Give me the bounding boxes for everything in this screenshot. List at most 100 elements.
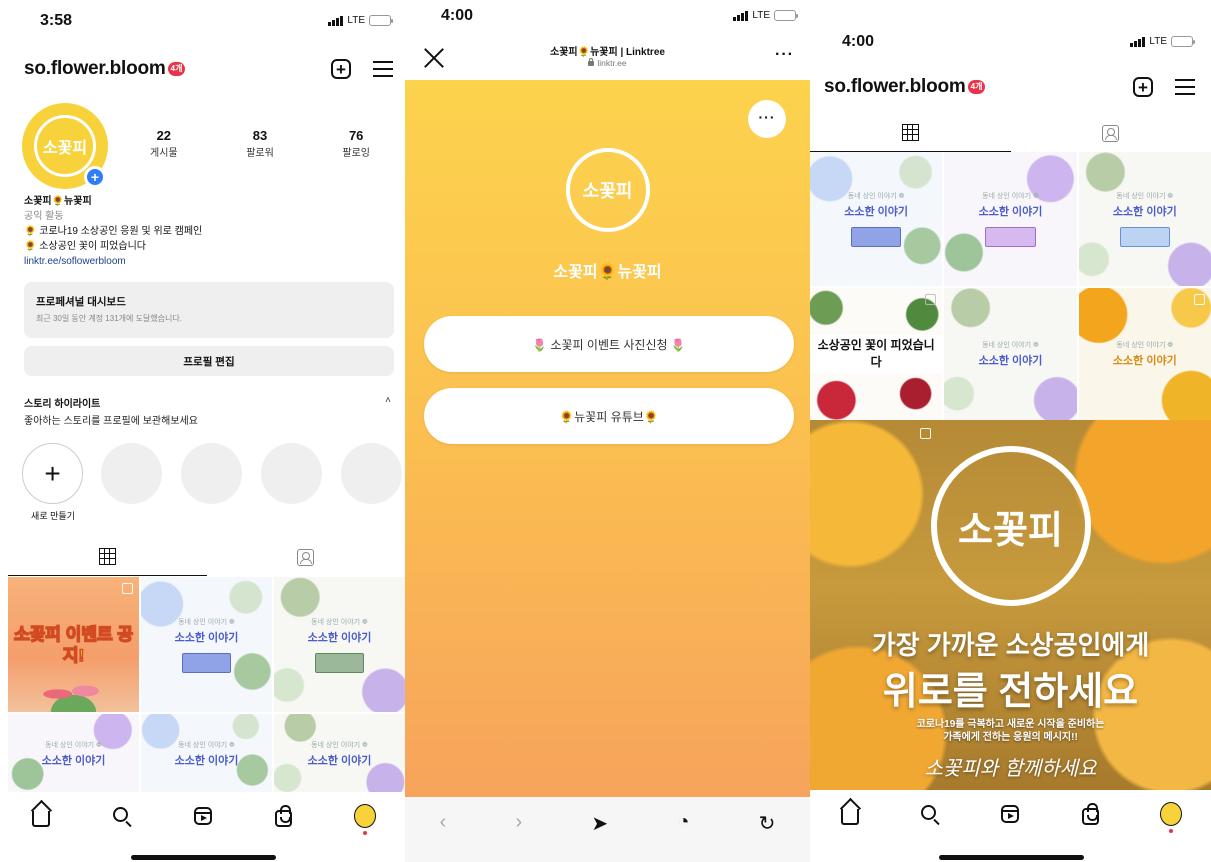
posts-grid: 동네 상인 이야기 ❁ 소소한 이야기 동네 상인 이야기 ❁ 소소한 이야기 동네… [810, 152, 1211, 420]
hero-headline: 가장 가까운 소상공인에게 [871, 630, 1150, 660]
posts-grid: 소꽃피 이벤트 공지! 동네 상인 이야기 ❁ 소소한 이야기 동네 상인 이야기… [8, 577, 405, 794]
carousel-icon [920, 428, 931, 439]
profile-header: so.flower.bloom 4개 + [824, 76, 1195, 98]
network-label: LTE [347, 15, 365, 26]
avatar-logo: 소꽃피 [34, 115, 96, 177]
menu-icon[interactable] [1175, 79, 1195, 95]
bottom-nav [810, 790, 1211, 838]
instagram-profile-screen: 3:58 LTE so.flower.bloom 4개 + 소꽃피 + 22 게시… [0, 0, 405, 862]
profile-nav-icon[interactable] [1159, 802, 1182, 833]
add-story-icon[interactable]: + [84, 166, 106, 188]
category-label: 공익 활동 [24, 211, 64, 222]
status-bar: 4:00 LTE [810, 0, 1211, 50]
home-icon[interactable] [839, 803, 861, 825]
story-highlights-header: 스토리 하이라이트 좋아하는 스토리를 프로필에 보관해보세요 ˄ [24, 395, 391, 427]
more-options-icon[interactable]: ··· [775, 46, 794, 64]
edit-profile-button[interactable]: 프로필 편집 [24, 346, 394, 376]
username[interactable]: so.flower.bloom [824, 76, 966, 98]
post-thumbnail[interactable]: 소상공인 꽃이 피었습니다 [810, 288, 943, 420]
username[interactable]: so.flower.bloom [24, 58, 166, 80]
network-label: LTE [752, 10, 770, 21]
highlight-placeholder [261, 443, 322, 504]
stat-following[interactable]: 76 팔로잉 [342, 128, 370, 159]
highlight-placeholder [341, 443, 402, 504]
post-thumbnail[interactable]: 동네 상인 이야기 ❁ 소소한 이야기 [944, 288, 1077, 420]
status-time: 4:00 [842, 33, 875, 50]
hero-headline-large: 위로를 전하세요 [882, 671, 1139, 713]
shop-icon[interactable] [1080, 802, 1102, 825]
tab-tagged[interactable] [207, 538, 406, 576]
link-youtube-button[interactable]: 🌻뉴꽃피 유튜브🌻 [424, 388, 794, 444]
status-time: 4:00 [441, 7, 474, 24]
new-highlight-label: 새로 만들기 [31, 511, 75, 521]
highlight-placeholder [101, 443, 162, 504]
search-icon[interactable] [919, 803, 941, 825]
chevron-up-icon[interactable]: ˄ [385, 395, 391, 406]
hero-logo: 소꽃피 [930, 446, 1091, 606]
status-bar: 3:58 LTE [0, 0, 405, 40]
bio-line: 🌻 소상공인 꽃이 피었습니다 [24, 241, 146, 252]
history-icon[interactable]: ◔ [677, 811, 689, 834]
new-highlight-button[interactable]: + [22, 443, 83, 504]
signal-icon [328, 15, 344, 26]
carousel-icon [925, 294, 937, 305]
linktree-profile-name: 소꽃피🌻뉴꽃피 [553, 264, 662, 281]
profile-tabs [810, 114, 1211, 152]
professional-dashboard[interactable]: 프로페셔널 대시보드 최근 30일 동안 계정 131개에 도달했습니다. [24, 282, 394, 338]
home-icon[interactable] [30, 805, 52, 827]
post-thumbnail[interactable]: 소꽃피 이벤트 공지! [8, 577, 139, 712]
bio-link[interactable]: linktr.ee/soflowerbloom [24, 254, 202, 269]
profile-nav-icon[interactable] [353, 804, 376, 835]
shop-icon[interactable] [273, 804, 295, 827]
stat-followers[interactable]: 83 팔로워 [246, 128, 274, 159]
notification-badge: 4개 [167, 62, 186, 76]
linktree-logo: 소꽃피 [565, 148, 650, 232]
forward-icon[interactable]: › [515, 811, 522, 834]
reels-icon[interactable] [999, 803, 1021, 825]
tagged-person-icon [297, 548, 315, 566]
menu-icon[interactable] [373, 61, 393, 77]
linktree-page: ··· 소꽃피 소꽃피🌻뉴꽃피 🌷 소꽃피 이벤트 사진신청 🌷 🌻뉴꽃피 유튜… [405, 80, 810, 797]
browser-toolbar: ‹ › ➤ ◔ ↻ [405, 797, 810, 862]
tab-tagged[interactable] [1011, 114, 1211, 152]
home-indicator [130, 855, 276, 860]
highlight-placeholder [181, 443, 242, 504]
bio-line: 🌻 코로나19 소상공인 응원 및 위로 캠페인 [24, 226, 203, 237]
stat-posts[interactable]: 22 게시물 [150, 128, 178, 159]
grid-icon [901, 124, 919, 141]
post-thumbnail[interactable]: 동네 상인 이야기 ❁ 소소한 이야기 [274, 577, 405, 712]
create-post-icon[interactable]: + [331, 59, 351, 79]
linktree-browser-screen: 4:00 LTE 소꽃피🌻뉴꽃피 | Linktree linktr.ee ··… [405, 0, 810, 862]
search-icon[interactable] [111, 805, 133, 827]
tab-posts-grid[interactable] [8, 538, 207, 576]
reload-icon[interactable]: ↻ [759, 811, 776, 836]
share-menu-button[interactable]: ··· [748, 100, 786, 138]
post-thumbnail[interactable]: 동네 상인 이야기 ❁ 소소한 이야기 [1078, 152, 1211, 286]
share-icon[interactable]: ➤ [591, 811, 608, 836]
signal-icon [1130, 36, 1146, 47]
profile-tabs [8, 538, 405, 576]
post-thumbnail[interactable]: 동네 상인 이야기 ❁ 소소한 이야기 [141, 577, 272, 712]
profile-bio: 소꽃피🌻뉴꽃피 공익 활동 🌻 코로나19 소상공인 응원 및 위로 캠페인 🌻… [24, 194, 202, 269]
battery-icon [369, 15, 393, 26]
post-thumbnail[interactable]: 동네 상인 이야기 ❁ 소소한 이야기 [944, 152, 1077, 286]
carousel-icon [1193, 294, 1205, 305]
post-thumbnail[interactable]: 동네 상인 이야기 ❁ 소소한 이야기 [1078, 288, 1211, 420]
grid-icon [98, 548, 116, 565]
reels-icon[interactable] [192, 805, 214, 827]
bottom-nav [0, 792, 405, 840]
post-thumbnail[interactable]: 동네 상인 이야기 ❁ 소소한 이야기 [8, 714, 139, 794]
battery-icon [774, 10, 798, 21]
post-thumbnail[interactable]: 동네 상인 이야기 ❁ 소소한 이야기 [274, 714, 405, 794]
featured-post[interactable]: 소꽃피 가장 가까운 소상공인에게 위로를 전하세요 코로나19를 극복하고 새… [810, 420, 1211, 790]
post-thumbnail[interactable]: 동네 상인 이야기 ❁ 소소한 이야기 [810, 152, 943, 286]
create-post-icon[interactable]: + [1133, 77, 1153, 97]
signal-icon [733, 10, 749, 21]
tab-posts-grid[interactable] [810, 114, 1011, 152]
battery-icon [1171, 36, 1195, 47]
back-icon[interactable]: ‹ [440, 811, 447, 834]
post-thumbnail[interactable]: 동네 상인 이야기 ❁ 소소한 이야기 [141, 714, 272, 794]
lock-icon [588, 58, 595, 67]
link-event-photo-button[interactable]: 🌷 소꽃피 이벤트 사진신청 🌷 [424, 316, 794, 372]
network-label: LTE [1149, 36, 1167, 47]
